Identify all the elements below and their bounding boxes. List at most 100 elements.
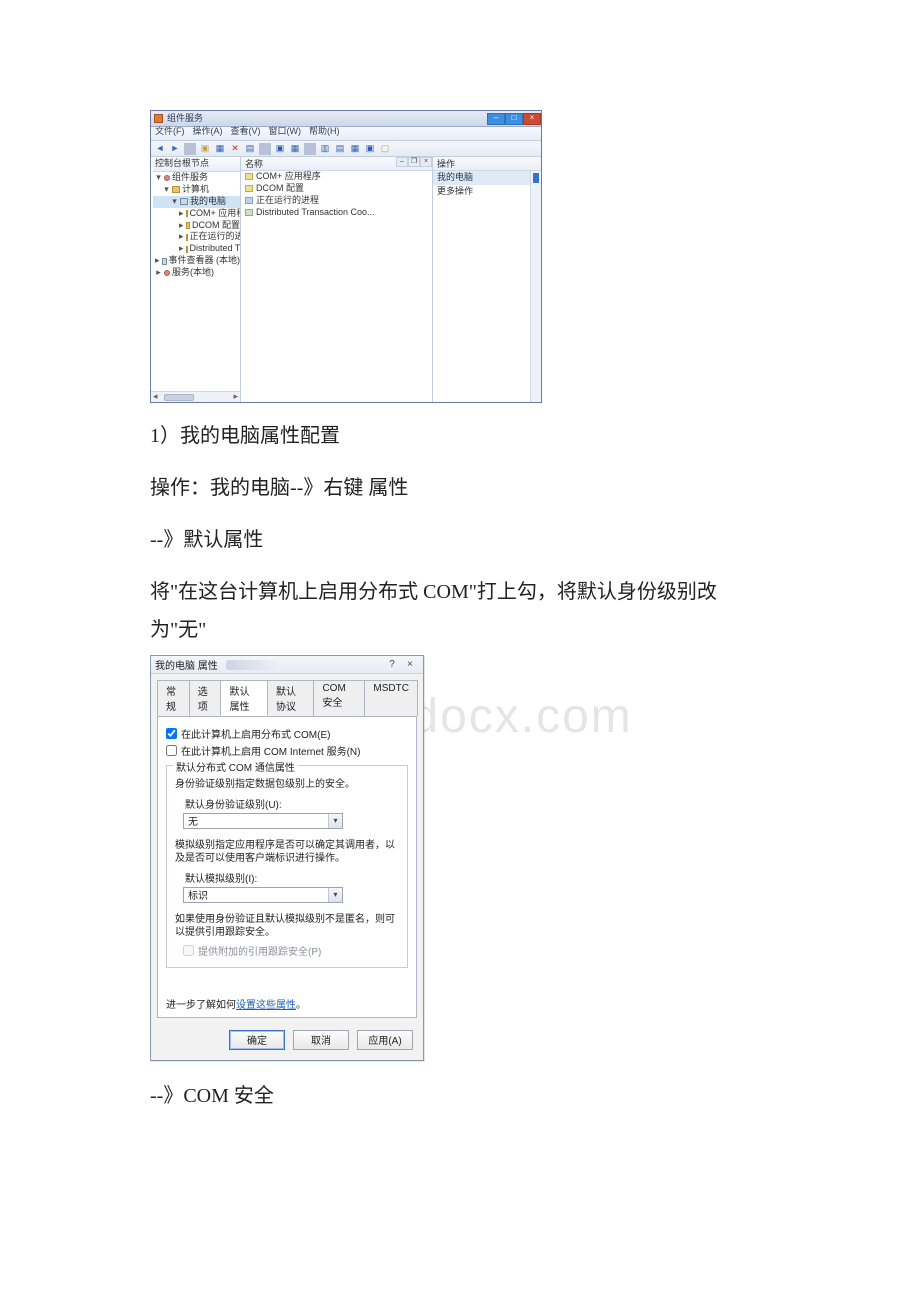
impersonation-desc: 模拟级别指定应用程序是否可以确定其调用者，以及是否可以使用客户端标识进行操作。 <box>175 839 399 866</box>
folder-icon <box>186 222 190 229</box>
actions-vertical-scrollbar[interactable] <box>530 171 541 402</box>
menu-action[interactable]: 操作(A) <box>193 127 223 140</box>
toolbar-icon[interactable]: ▥ <box>319 143 331 155</box>
tree-horizontal-scrollbar[interactable]: ◂ ▸ <box>151 391 240 402</box>
actions-target: 我的电脑 <box>433 171 541 185</box>
expander-icon[interactable]: ▾ <box>171 197 178 207</box>
menu-window[interactable]: 窗口(W) <box>269 127 302 140</box>
toolbar-refresh-icon[interactable]: ▣ <box>274 143 286 155</box>
enable-dcom-checkbox[interactable] <box>166 728 177 739</box>
pane-restore-icon[interactable]: ❐ <box>408 157 420 167</box>
doc-step-com-security: --》COM 安全 <box>150 1077 770 1115</box>
menu-file[interactable]: 文件(F) <box>155 127 185 140</box>
auth-level-combobox[interactable]: 无 ▾ <box>183 813 343 829</box>
actions-more[interactable]: 更多操作 ▸ <box>433 185 541 199</box>
menu-help[interactable]: 帮助(H) <box>309 127 340 140</box>
list-item[interactable]: Distributed Transaction Coo... <box>241 207 432 219</box>
ref-tracking-label: 提供附加的引用跟踪安全(P) <box>198 943 321 958</box>
impersonation-level-combobox[interactable]: 标识 ▾ <box>183 887 343 903</box>
folder-icon <box>186 234 188 241</box>
expander-icon[interactable]: ▸ <box>179 209 184 219</box>
tab-default-properties[interactable]: 默认属性 <box>220 680 267 716</box>
actions-header: 操作 <box>433 157 541 171</box>
window-titlebar[interactable]: 组件服务 – □ × <box>151 111 541 127</box>
tree-item-services-local[interactable]: ▸ 服务(本地) <box>153 267 240 279</box>
folder-icon <box>172 186 180 193</box>
list-item[interactable]: 正在运行的进程 <box>241 195 432 207</box>
list-item[interactable]: DCOM 配置 <box>241 183 432 195</box>
app-icon <box>154 114 163 123</box>
tree-root-label[interactable]: 控制台根节点 <box>155 158 209 168</box>
expander-icon[interactable]: ▸ <box>179 244 184 254</box>
tree-item-com-apps[interactable]: ▸COM+ 应用程序 <box>153 208 240 220</box>
toolbar-separator <box>304 143 316 155</box>
tab-options[interactable]: 选项 <box>189 680 222 716</box>
tree-label: 服务(本地) <box>172 268 214 278</box>
tree-label: 我的电脑 <box>190 197 226 207</box>
tree-item-component-services[interactable]: ▾ 组件服务 <box>153 172 240 184</box>
tab-com-security[interactable]: COM 安全 <box>313 680 365 716</box>
menu-view[interactable]: 查看(V) <box>231 127 261 140</box>
cancel-button[interactable]: 取消 <box>293 1030 349 1050</box>
enable-com-internet-checkbox[interactable] <box>166 745 177 756</box>
window-minimize-button[interactable]: – <box>487 113 505 125</box>
tree-item-event-viewer[interactable]: ▸事件查看器 (本地) <box>153 255 240 267</box>
ref-tracking-checkbox <box>183 945 194 956</box>
expander-icon[interactable]: ▾ <box>155 173 162 183</box>
menu-bar[interactable]: 文件(F) 操作(A) 查看(V) 窗口(W) 帮助(H) <box>151 127 541 141</box>
dialog-tabs: 常规 选项 默认属性 默认协议 COM 安全 MSDTC <box>151 674 423 716</box>
enable-dcom-checkbox-row[interactable]: 在此计算机上启用分布式 COM(E) <box>166 725 408 742</box>
toolbar-icon[interactable]: ▦ <box>349 143 361 155</box>
window-close-button[interactable]: × <box>523 113 541 125</box>
chevron-down-icon[interactable]: ▾ <box>328 814 342 828</box>
tab-default-protocols[interactable]: 默认协议 <box>267 680 314 716</box>
dialog-titlebar[interactable]: 我的电脑 属性 ? × <box>151 656 423 674</box>
doc-step-1-op: 操作：我的电脑--》右键 属性 <box>150 469 770 507</box>
toolbar-icon[interactable]: ▢ <box>379 143 391 155</box>
ok-button[interactable]: 确定 <box>229 1030 285 1050</box>
expander-icon[interactable]: ▸ <box>155 256 160 266</box>
actions-more-label: 更多操作 <box>437 187 473 197</box>
toolbar-export-icon[interactable]: ▦ <box>289 143 301 155</box>
apply-button[interactable]: 应用(A) <box>357 1030 413 1050</box>
toolbar-delete-icon[interactable]: ✕ <box>229 143 241 155</box>
dialog-help-button[interactable]: ? <box>383 658 401 672</box>
window-maximize-button[interactable]: □ <box>505 113 523 125</box>
learn-more-row: 进一步了解如何设置这些属性。 <box>166 996 408 1011</box>
toolbar-up-icon[interactable]: ▣ <box>199 143 211 155</box>
expander-icon[interactable]: ▸ <box>179 232 184 242</box>
expander-icon[interactable]: ▸ <box>155 268 162 278</box>
tree-item-dcom-config[interactable]: ▸DCOM 配置 <box>153 220 240 232</box>
tree-item-my-computer[interactable]: ▾ 我的电脑 <box>153 196 240 208</box>
list-item[interactable]: COM+ 应用程序 <box>241 171 432 183</box>
default-dcom-comm-group: 默认分布式 COM 通信属性 身份验证级别指定数据包级别上的安全。 默认身份验证… <box>166 765 408 968</box>
actions-pane: 操作 我的电脑 更多操作 ▸ <box>433 157 541 402</box>
toolbar-prop-icon[interactable]: ▤ <box>244 143 256 155</box>
tree-item-running-processes[interactable]: ▸正在运行的进程 <box>153 231 240 243</box>
expander-icon[interactable]: ▾ <box>163 185 170 195</box>
chevron-down-icon[interactable]: ▾ <box>328 888 342 902</box>
tree-item-dtc[interactable]: ▸Distributed Tran <box>153 243 240 255</box>
pane-close-icon[interactable]: × <box>420 157 432 167</box>
learn-more-link[interactable]: 设置这些属性 <box>236 1000 296 1011</box>
toolbar-icon[interactable]: ▣ <box>364 143 376 155</box>
enable-com-internet-checkbox-row[interactable]: 在此计算机上启用 COM Internet 服务(N) <box>166 742 408 759</box>
toolbar-icon[interactable]: ▤ <box>334 143 346 155</box>
process-icon <box>245 197 253 204</box>
tab-panel-default-properties: 在此计算机上启用分布式 COM(E) 在此计算机上启用 COM Internet… <box>157 716 417 1018</box>
tab-general[interactable]: 常规 <box>157 680 190 716</box>
tree-item-computers[interactable]: ▾计算机 <box>153 184 240 196</box>
nav-forward-icon[interactable]: ► <box>169 143 181 155</box>
enable-dcom-label: 在此计算机上启用分布式 COM(E) <box>181 726 330 741</box>
tree-label: 组件服务 <box>172 173 208 183</box>
impersonation-level-value: 标识 <box>188 887 208 902</box>
dialog-close-button[interactable]: × <box>401 658 419 672</box>
tree-pane: 控制台根节点 ▾组件服务 ▾计算机 ▾我的电脑 ▸COM+ 应用程序 ▸DCOM… <box>151 157 241 402</box>
scrollbar-thumb[interactable] <box>164 394 194 401</box>
dialog-title: 我的电脑 属性 <box>155 657 218 672</box>
nav-back-icon[interactable]: ◄ <box>154 143 166 155</box>
toolbar-view-icon[interactable]: ▦ <box>214 143 226 155</box>
pane-minimize-icon[interactable]: – <box>396 157 408 167</box>
expander-icon[interactable]: ▸ <box>179 221 184 231</box>
tab-msdtc[interactable]: MSDTC <box>364 680 418 716</box>
